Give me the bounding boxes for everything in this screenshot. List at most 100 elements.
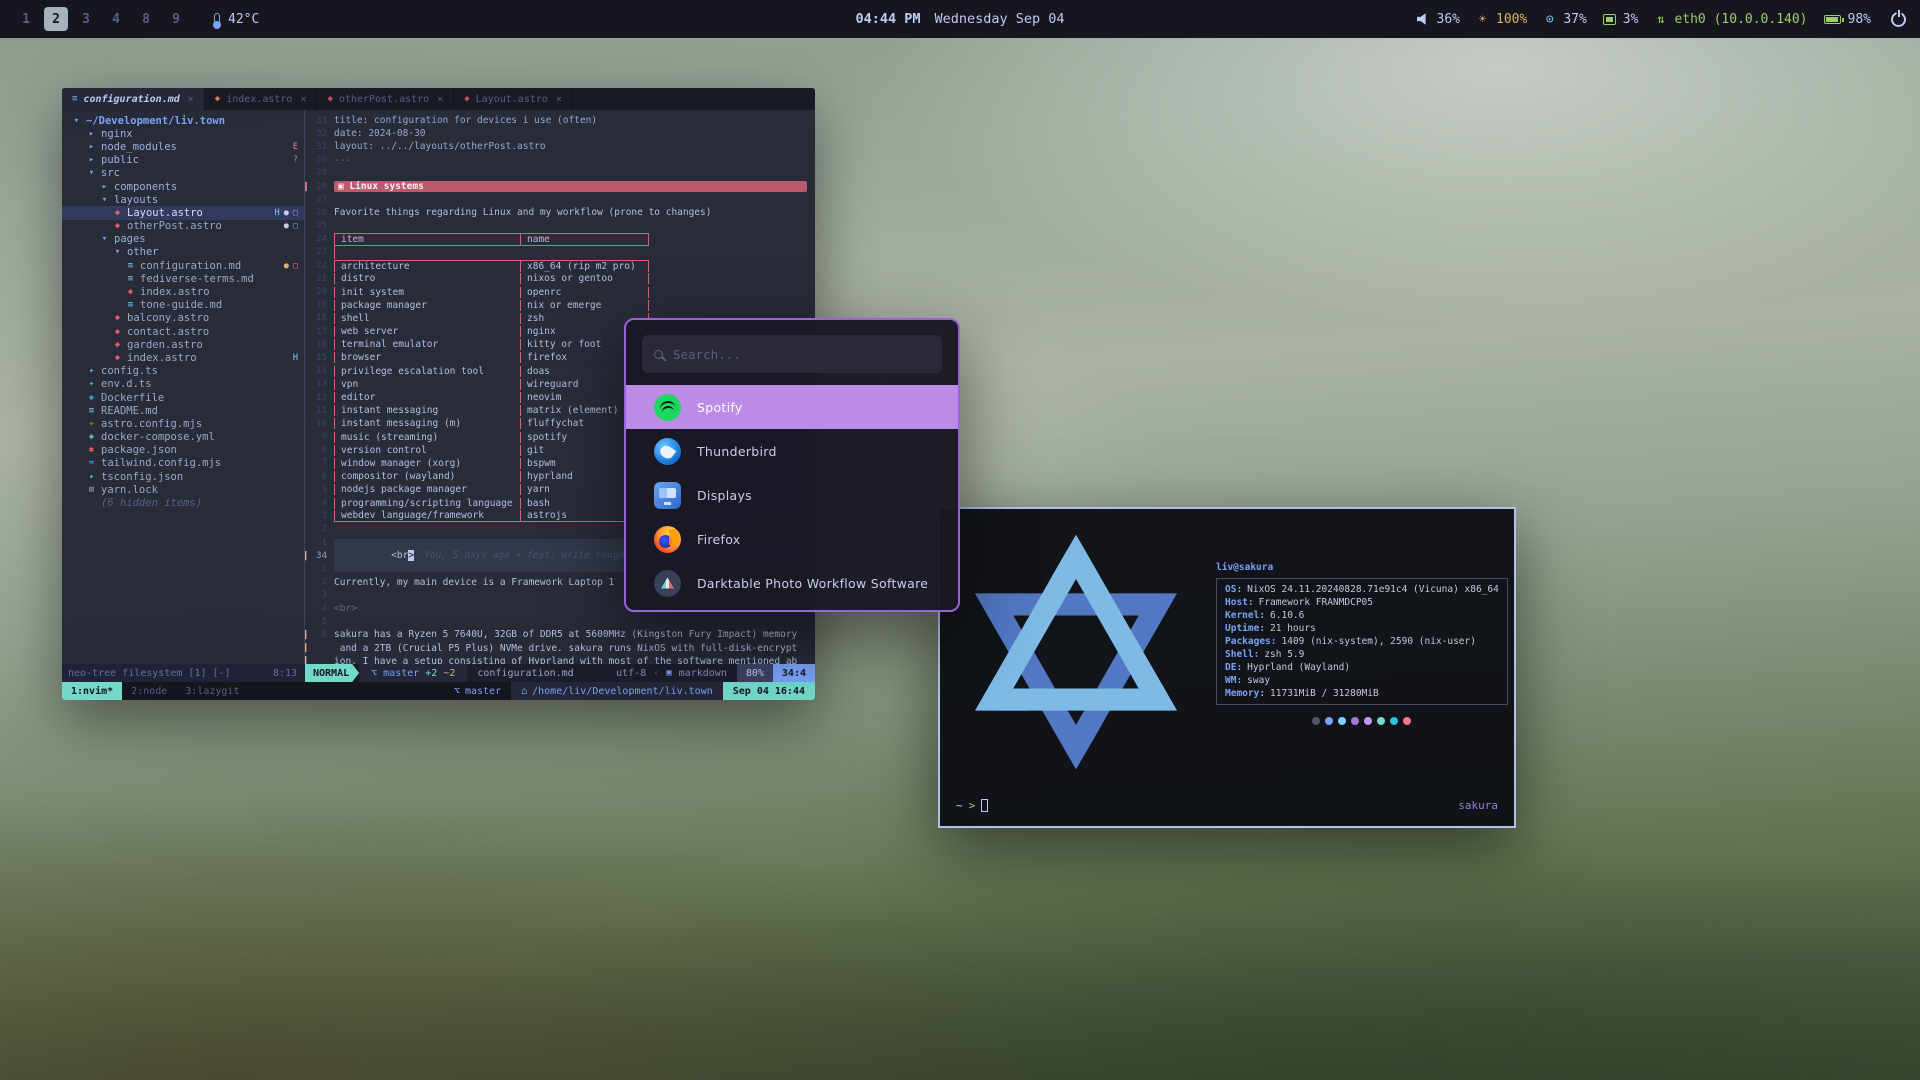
tree-item[interactable]: ▾ pages xyxy=(62,233,304,246)
file-icon: ◈ xyxy=(85,432,98,442)
tree-item[interactable]: ▸ node_modules E xyxy=(62,140,304,153)
tmux-window-tab[interactable]: 3:lazygit xyxy=(176,682,248,700)
tree-item[interactable]: ✱ package.json xyxy=(62,444,304,457)
workspace-button[interactable]: 1 xyxy=(14,7,38,31)
tmux-window-tab[interactable]: 2:node xyxy=(122,682,176,700)
launcher-item[interactable]: Thunderbird xyxy=(626,429,958,473)
tree-item[interactable]: ✧ astro.config.mjs xyxy=(62,417,304,430)
tree-item[interactable]: ≡ tone-guide.md xyxy=(62,299,304,312)
palette-dot xyxy=(1338,717,1346,725)
tree-item[interactable]: ◆ contact.astro xyxy=(62,325,304,338)
statusline-right: utf-8 ‹ ▣ markdown xyxy=(606,664,737,682)
file-icon: ≡ xyxy=(124,300,137,310)
launcher-item[interactable]: Displays xyxy=(626,473,958,517)
editor-line: 27 xyxy=(305,193,815,206)
file-icon: ≡ xyxy=(124,261,137,271)
workspace-button[interactable]: 4 xyxy=(104,7,128,31)
filetype-icon: ◆ xyxy=(215,94,220,104)
tree-item[interactable]: ◆ balcony.astro xyxy=(62,312,304,325)
tree-item[interactable]: ▸ nginx xyxy=(62,127,304,140)
terminal-cursor xyxy=(981,799,988,812)
tree-item[interactable]: ✦ tsconfig.json xyxy=(62,470,304,483)
tree-item[interactable]: ≈ tailwind.config.mjs xyxy=(62,457,304,470)
tree-item[interactable]: ▸ components xyxy=(62,180,304,193)
file-icon: ▾ xyxy=(98,234,111,244)
info-line: Uptime: 21 hours xyxy=(1225,622,1499,635)
system-module[interactable]: 98% xyxy=(1824,12,1871,27)
workspace-button[interactable]: 2 xyxy=(44,7,68,31)
tree-item[interactable]: ▾ src xyxy=(62,167,304,180)
tree-marker: ● xyxy=(284,261,289,271)
disk-usage-icon xyxy=(1543,12,1556,26)
tree-item[interactable]: ◆ Layout.astro H●▢ xyxy=(62,206,304,219)
launcher-item[interactable]: Spotify xyxy=(626,385,958,429)
temperature-module: 42°C xyxy=(214,12,259,27)
tree-item[interactable]: ⊠ yarn.lock xyxy=(62,483,304,496)
filetype-label: markdown xyxy=(679,668,727,679)
module-value: 37% xyxy=(1563,12,1586,27)
launcher-item[interactable]: Darktable Photo Workflow Software xyxy=(626,561,958,605)
tree-item[interactable]: ≡ README.md xyxy=(62,404,304,417)
workspace-button[interactable]: 8 xyxy=(134,7,158,31)
table-row: 22 architecture x86_64 (rip m2 pro) xyxy=(305,259,815,272)
tree-item[interactable]: ✦ env.d.ts xyxy=(62,378,304,391)
editor-line: ▍ 28 ▣ Linux systems xyxy=(305,180,807,193)
file-icon: ▾ xyxy=(85,168,98,178)
editor-tab[interactable]: ◆ index.astro × xyxy=(205,88,318,110)
power-icon[interactable] xyxy=(1891,12,1906,27)
tree-marker: ● xyxy=(284,208,289,218)
tree-item-markers: H xyxy=(293,353,298,363)
tmux-window-tab[interactable]: 1:nvim* xyxy=(62,682,122,700)
app-icon xyxy=(654,570,681,597)
tree-item[interactable]: ▾ other xyxy=(62,246,304,259)
info-line: Kernel: 6.10.6 xyxy=(1225,609,1499,622)
terminal-window[interactable]: liv@sakura OS: NixOS 24.11.20240828.71e9… xyxy=(938,507,1516,828)
module-value: 3% xyxy=(1623,12,1639,27)
system-module[interactable]: 37% xyxy=(1543,12,1586,27)
tree-item[interactable]: ≡ configuration.md ●▢ xyxy=(62,259,304,272)
launcher-item[interactable]: Firefox xyxy=(626,517,958,561)
tree-item[interactable]: ◆ otherPost.astro ●▢ xyxy=(62,220,304,233)
tree-item[interactable]: ▸ public ? xyxy=(62,154,304,167)
diff-added: +2 xyxy=(425,668,437,679)
tree-item[interactable]: ≡ fediverse-terms.md xyxy=(62,272,304,285)
tab-close-icon[interactable]: × xyxy=(437,94,443,105)
tab-close-icon[interactable]: × xyxy=(556,94,562,105)
tab-close-icon[interactable]: × xyxy=(300,94,306,105)
search-input[interactable] xyxy=(673,347,930,362)
shell-prompt[interactable]: ~ > xyxy=(956,799,988,812)
workspace-button[interactable]: 9 xyxy=(164,7,188,31)
tree-item[interactable]: ▾ layouts xyxy=(62,193,304,206)
tree-item-markers: H●▢ xyxy=(275,208,298,218)
tree-item-markers: ? xyxy=(293,155,298,165)
system-module[interactable]: 3% xyxy=(1603,12,1639,27)
editor-tab[interactable]: ≡ configuration.md × xyxy=(62,88,205,110)
system-module[interactable]: 36% xyxy=(1417,12,1460,27)
editor-tab[interactable]: ◆ Layout.astro × xyxy=(454,88,573,110)
file-icon: ▾ xyxy=(70,116,83,126)
workspace-button[interactable]: 3 xyxy=(74,7,98,31)
temperature-value: 42°C xyxy=(228,12,259,27)
frontmatter-and-heading: 33 title: configuration for devices i us… xyxy=(305,114,815,233)
tree-item[interactable]: (6 hidden items) xyxy=(62,496,304,509)
tree-marker: E xyxy=(293,142,298,152)
tree-item[interactable]: ◆ garden.astro xyxy=(62,338,304,351)
cpu-icon xyxy=(1603,14,1616,25)
tree-item[interactable]: ◈ docker-compose.yml xyxy=(62,431,304,444)
tree-item[interactable]: ◆ index.astro H xyxy=(62,351,304,364)
system-module[interactable]: 100% xyxy=(1476,12,1527,27)
tab-close-icon[interactable]: × xyxy=(188,94,194,105)
editor-tab[interactable]: ◆ otherPost.astro × xyxy=(317,88,454,110)
filetype-icon: ◆ xyxy=(327,94,332,104)
tree-item[interactable]: ▾ ~/Development/liv.town xyxy=(62,114,304,127)
launcher-search[interactable] xyxy=(642,335,942,373)
palette-dot xyxy=(1377,717,1385,725)
tree-item[interactable]: ✦ config.ts xyxy=(62,365,304,378)
tree-item[interactable]: ◆ index.astro xyxy=(62,285,304,298)
info-line: Host: Framework FRANMDCP05 xyxy=(1225,596,1499,609)
editor-line: 29 xyxy=(305,167,815,180)
tree-item[interactable]: ◈ Dockerfile xyxy=(62,391,304,404)
table-row: 19 package manager nix or emerge xyxy=(305,299,815,312)
system-module[interactable]: eth0 (10.0.0.140) xyxy=(1654,12,1807,27)
clock: 04:44 PM Wednesday Sep 04 xyxy=(855,0,1064,38)
